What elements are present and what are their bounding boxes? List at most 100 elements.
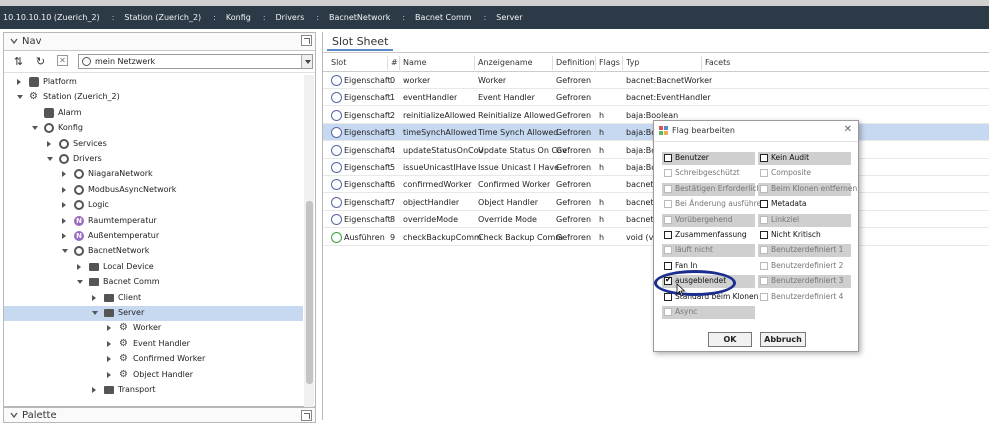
tree-item[interactable]: N Außentemperatur <box>4 229 303 244</box>
column-header[interactable]: Facets <box>705 58 730 67</box>
collapsed-twisty-icon[interactable] <box>107 371 111 378</box>
cancel-button[interactable]: Abbruch <box>760 332 806 347</box>
collapsed-twisty-icon[interactable] <box>17 79 21 85</box>
breadcrumb-item[interactable]: Server <box>496 13 522 22</box>
column-header[interactable]: # <box>391 58 398 67</box>
flag-checkbox[interactable] <box>664 292 672 301</box>
column-divider[interactable] <box>387 56 388 70</box>
collapsed-twisty-icon[interactable] <box>77 263 81 270</box>
collapsed-twisty-icon[interactable] <box>62 217 66 224</box>
tree-item[interactable]: Platform <box>4 75 303 90</box>
collapsed-twisty-icon[interactable] <box>62 202 66 209</box>
expanded-twisty-icon[interactable] <box>77 280 83 285</box>
nav-toolbar: ⇅ ↻ ✕ mein Netzwerk <box>4 51 315 73</box>
scrollbar-thumb[interactable] <box>306 201 313 384</box>
column-divider[interactable] <box>701 56 702 70</box>
close-icon[interactable]: ✕ <box>844 124 852 135</box>
column-divider[interactable] <box>552 56 553 70</box>
flag-checkbox[interactable] <box>760 154 768 162</box>
collapse-chevron-icon[interactable] <box>10 411 18 419</box>
flag-label: Benutzer <box>675 153 709 162</box>
column-header[interactable]: Slot <box>331 58 346 67</box>
column-header[interactable]: Flags <box>599 58 620 67</box>
collapse-chevron-icon[interactable] <box>10 37 18 45</box>
tree-item[interactable]: ⚙ Station (Zuerich_2) <box>4 90 303 105</box>
ok-button[interactable]: OK <box>708 332 752 347</box>
close-icon[interactable]: ✕ <box>57 55 68 66</box>
table-row[interactable]: Eigenschaft 1 eventHandler Event Handler Gef… <box>323 89 989 107</box>
flag-option[interactable]: Zusammenfassung <box>662 229 755 242</box>
tree-item[interactable]: ModbusAsyncNetwork <box>4 183 303 198</box>
refresh-icon[interactable]: ↻ <box>34 55 47 68</box>
collapsed-twisty-icon[interactable] <box>107 340 111 347</box>
tree-item[interactable]: NiagaraNetwork <box>4 167 303 182</box>
column-header[interactable]: Anzeigename <box>478 58 533 67</box>
tree-item[interactable]: Server <box>4 306 303 321</box>
tree-item[interactable]: Alarm <box>4 106 303 121</box>
nav-scrollbar[interactable] <box>304 75 314 407</box>
expanded-twisty-icon[interactable] <box>47 157 53 161</box>
column-header[interactable]: Typ <box>626 58 639 67</box>
breadcrumb-item[interactable]: Drivers <box>276 13 305 22</box>
column-divider[interactable] <box>622 56 623 70</box>
tree-item[interactable]: Services <box>4 137 303 152</box>
maximize-pane-button[interactable] <box>301 35 312 46</box>
tree-item[interactable]: ⚙ Event Handler <box>4 337 303 352</box>
column-header[interactable]: Name <box>403 58 427 67</box>
cell-num: 6 <box>390 180 396 190</box>
expanded-twisty-icon[interactable] <box>92 311 98 315</box>
collapsed-twisty-icon[interactable] <box>107 356 111 363</box>
tree-item[interactable]: BacnetNetwork <box>4 244 303 259</box>
tree-item[interactable]: Konfig <box>4 121 303 136</box>
tree-item[interactable]: N Raumtemperatur <box>4 214 303 229</box>
flag-checkbox[interactable] <box>664 154 672 162</box>
column-divider[interactable] <box>399 56 400 70</box>
breadcrumb-item[interactable]: Konfig <box>226 13 251 22</box>
flag-option[interactable]: Nicht Kritisch <box>758 229 851 242</box>
collapsed-twisty-icon[interactable] <box>92 294 96 301</box>
flag-checkbox[interactable] <box>664 231 672 239</box>
collapsed-twisty-icon[interactable] <box>107 325 111 332</box>
breadcrumb-item[interactable]: BacnetNetwork <box>329 13 390 22</box>
column-divider[interactable] <box>595 56 596 70</box>
flag-option[interactable]: Kein Audit <box>758 152 851 165</box>
tree-item[interactable]: Local Device <box>4 260 303 275</box>
collapsed-twisty-icon[interactable] <box>62 233 66 239</box>
flag-option[interactable]: Metadata <box>758 198 851 211</box>
column-divider[interactable] <box>474 56 475 70</box>
flag-checkbox[interactable] <box>664 261 672 270</box>
collapsed-twisty-icon[interactable] <box>92 387 96 393</box>
expanded-twisty-icon[interactable] <box>62 249 68 254</box>
chevron-down-icon[interactable] <box>301 55 312 68</box>
tree-item[interactable]: ⚙ Worker <box>4 321 303 336</box>
tree-item[interactable]: Client <box>4 291 303 306</box>
tree-item[interactable]: Bacnet Comm <box>4 275 303 290</box>
sync-arrows-icon[interactable]: ⇅ <box>12 55 25 68</box>
breadcrumb-item[interactable]: Bacnet Comm <box>415 13 472 22</box>
table-row[interactable]: Eigenschaft 0 worker Worker Gefroren bacnet:B… <box>323 72 989 89</box>
tree-item[interactable]: Logic <box>4 198 303 213</box>
tree-item[interactable]: Transport <box>4 383 303 398</box>
tab-slot-sheet[interactable]: Slot Sheet <box>327 33 394 51</box>
breadcrumb-item[interactable]: 10.10.10.10 (Zuerich_2) <box>3 13 100 22</box>
flag-option: Benutzerdefiniert 1 <box>758 244 851 258</box>
property-slot-icon <box>331 162 342 173</box>
collapsed-twisty-icon[interactable] <box>47 140 51 147</box>
column-header[interactable]: Definition <box>556 58 595 67</box>
breadcrumb-item[interactable]: Station (Zuerich_2) <box>124 13 201 22</box>
collapsed-twisty-icon[interactable] <box>62 186 66 193</box>
tree-item[interactable]: ⚙ Object Handler <box>4 368 303 383</box>
tree-item[interactable]: ⚙ Confirmed Worker <box>4 352 303 367</box>
tree-item[interactable]: Drivers <box>4 152 303 167</box>
flag-checkbox[interactable] <box>760 231 768 239</box>
expanded-twisty-icon[interactable] <box>32 126 38 131</box>
expanded-twisty-icon[interactable] <box>17 95 23 100</box>
flag-option[interactable]: Benutzer <box>662 152 755 165</box>
flags-icon <box>659 126 668 135</box>
config-icon <box>44 123 54 134</box>
maximize-pane-button[interactable] <box>301 410 312 421</box>
collapsed-twisty-icon[interactable] <box>62 171 66 178</box>
cell-num: 5 <box>390 163 396 172</box>
network-select[interactable]: mein Netzwerk <box>78 54 313 69</box>
flag-checkbox[interactable] <box>760 200 768 209</box>
